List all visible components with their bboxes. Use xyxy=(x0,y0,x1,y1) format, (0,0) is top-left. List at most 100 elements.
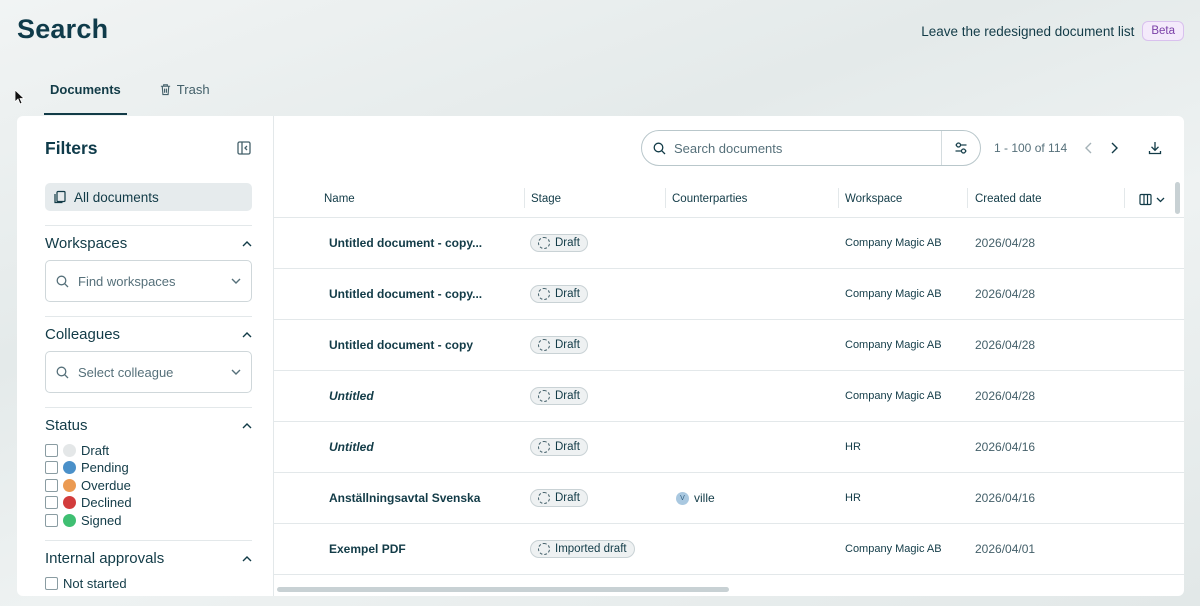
status-label: Declined xyxy=(81,495,132,510)
table-row[interactable]: Exempel PDF Imported draft Company Magic… xyxy=(274,524,1184,575)
workspaces-title: Workspaces xyxy=(45,234,128,252)
chevron-left-icon[interactable] xyxy=(1083,141,1095,155)
colleagues-section: Colleagues Select colleague xyxy=(45,316,252,393)
document-name[interactable]: Exempel PDF xyxy=(329,542,406,556)
stage-badge: Draft xyxy=(530,336,588,354)
table-row[interactable]: Untitled Draft Company Magic AB 2026/04/… xyxy=(274,371,1184,422)
filters-sidebar: Filters All documents Workspaces Find wo… xyxy=(17,116,274,596)
stage-label: Imported draft xyxy=(555,543,627,555)
workspaces-placeholder: Find workspaces xyxy=(78,273,176,289)
all-documents-label: All documents xyxy=(74,189,159,205)
document-name[interactable]: Untitled document - copy xyxy=(329,338,473,352)
advanced-filter-button[interactable] xyxy=(942,131,980,165)
stage-badge: Draft xyxy=(530,285,588,303)
chevron-up-icon[interactable] xyxy=(242,331,252,338)
column-divider[interactable] xyxy=(524,188,525,208)
stage-badge: Draft xyxy=(530,438,588,456)
draft-stage-icon xyxy=(538,288,550,300)
column-settings-button[interactable] xyxy=(1139,193,1165,206)
status-dot xyxy=(63,478,76,492)
workspace-cell: HR xyxy=(845,441,861,453)
table-header: Name Stage Counterparties Workspace Crea… xyxy=(274,182,1184,218)
status-dot xyxy=(63,513,76,527)
workspaces-select[interactable]: Find workspaces xyxy=(45,260,252,302)
all-documents-button[interactable]: All documents xyxy=(45,183,252,211)
column-header-counterparties[interactable]: Counterparties xyxy=(672,193,747,205)
column-divider[interactable] xyxy=(838,188,839,208)
workspace-cell: Company Magic AB xyxy=(845,543,942,555)
column-divider[interactable] xyxy=(1124,188,1125,208)
status-dot xyxy=(63,496,76,509)
stage-label: Draft xyxy=(555,492,580,504)
leave-redesign-link[interactable]: Leave the redesigned document list xyxy=(921,24,1134,39)
tab-bar: Documents Trash xyxy=(44,82,216,115)
checkbox[interactable] xyxy=(45,461,58,474)
document-name[interactable]: Untitled xyxy=(329,389,374,403)
vertical-scrollbar[interactable] xyxy=(1175,182,1180,214)
stage-badge: Draft xyxy=(530,489,588,507)
draft-stage-icon xyxy=(538,339,550,351)
table-row[interactable]: Untitled document - copy Draft Company M… xyxy=(274,320,1184,371)
checkbox[interactable] xyxy=(45,443,58,457)
created-date-cell: 2026/04/16 xyxy=(975,491,1036,505)
chevron-right-icon[interactable] xyxy=(1108,141,1120,155)
table-row[interactable]: Untitled document - copy... Draft Compan… xyxy=(274,269,1184,320)
approval-not-started[interactable]: Not started xyxy=(45,575,252,591)
chevron-up-icon[interactable] xyxy=(242,555,252,562)
tab-label: Trash xyxy=(176,82,210,97)
checkbox[interactable] xyxy=(45,478,58,492)
collapse-sidebar-icon[interactable] xyxy=(236,140,252,156)
table-row[interactable]: Untitled document - copy... Draft Compan… xyxy=(274,218,1184,269)
status-declined[interactable]: Declined xyxy=(45,495,252,511)
document-name[interactable]: Untitled xyxy=(329,440,374,454)
avatar: V xyxy=(676,491,689,505)
created-date-cell: 2026/04/28 xyxy=(975,389,1036,403)
checkbox[interactable] xyxy=(45,576,58,590)
status-label: Pending xyxy=(81,460,129,475)
column-header-name[interactable]: Name xyxy=(324,193,355,205)
tab-trash[interactable]: Trash xyxy=(153,82,216,115)
stage-badge: Draft xyxy=(530,234,588,252)
trash-icon xyxy=(160,84,170,96)
created-date-cell: 2026/04/28 xyxy=(975,338,1036,352)
horizontal-scrollbar[interactable] xyxy=(277,587,729,592)
search-documents-input[interactable]: Search documents xyxy=(641,130,981,166)
chevron-up-icon[interactable] xyxy=(242,422,252,429)
column-header-stage[interactable]: Stage xyxy=(531,193,561,205)
workspace-cell: Company Magic AB xyxy=(845,390,942,402)
document-name[interactable]: Untitled document - copy... xyxy=(329,236,482,250)
status-label: Signed xyxy=(81,512,122,528)
status-signed[interactable]: Signed xyxy=(45,512,252,528)
document-name[interactable]: Untitled document - copy... xyxy=(329,287,482,301)
tab-documents[interactable]: Documents xyxy=(44,82,127,115)
chevron-up-icon[interactable] xyxy=(242,240,252,247)
draft-stage-icon xyxy=(538,441,550,453)
table-row[interactable]: Untitled Draft HR 2026/04/16 xyxy=(274,422,1184,473)
page-title: Search xyxy=(17,14,109,44)
checkbox[interactable] xyxy=(45,496,58,509)
created-date-cell: 2026/04/01 xyxy=(975,542,1036,556)
status-label: Overdue xyxy=(81,477,131,493)
status-list: Draft Pending Overdue Declined Signed xyxy=(45,442,252,528)
colleagues-title: Colleagues xyxy=(45,325,121,343)
stage-label: Draft xyxy=(555,237,580,249)
status-draft[interactable]: Draft xyxy=(45,442,252,458)
status-label: Draft xyxy=(81,442,110,458)
status-overdue[interactable]: Overdue xyxy=(45,477,252,493)
document-name[interactable]: Anställningsavtal Svenska xyxy=(329,491,480,505)
checkbox[interactable] xyxy=(45,513,58,527)
status-pending[interactable]: Pending xyxy=(45,460,252,476)
counterparty-cell[interactable]: V ville xyxy=(676,491,715,505)
column-divider[interactable] xyxy=(665,188,666,208)
status-dot xyxy=(63,461,76,474)
column-header-workspace[interactable]: Workspace xyxy=(845,193,902,205)
column-header-created-date[interactable]: Created date xyxy=(975,193,1042,205)
column-divider[interactable] xyxy=(967,188,968,208)
status-section: Status Draft Pending Overdue Declined Si… xyxy=(45,407,252,528)
colleague-select[interactable]: Select colleague xyxy=(45,351,252,393)
internal-approvals-section: Internal approvals Not started xyxy=(45,540,252,591)
download-icon[interactable] xyxy=(1147,140,1163,156)
table-row[interactable]: Anställningsavtal Svenska Draft V ville … xyxy=(274,473,1184,524)
draft-stage-icon xyxy=(538,390,550,402)
created-date-cell: 2026/04/28 xyxy=(975,236,1036,250)
